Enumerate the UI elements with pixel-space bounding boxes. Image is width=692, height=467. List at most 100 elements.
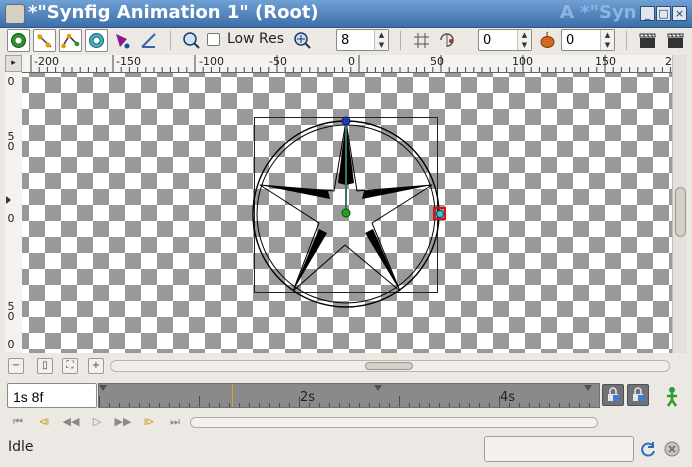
time-slider[interactable]: 2s 4s	[98, 383, 600, 408]
prev-keyframe-button[interactable]: ⧏	[34, 412, 54, 432]
ruler-label: -100	[199, 55, 224, 68]
ruler-label: 2	[665, 55, 672, 68]
app-icon	[5, 4, 25, 24]
draw-vertices-button[interactable]	[7, 29, 30, 52]
vertical-ruler: 0 5 0 0 5 0 0	[5, 72, 23, 352]
angle-handle[interactable]	[341, 116, 351, 126]
onion-skin-toggle-button[interactable]	[137, 29, 160, 52]
low-res-checkbox[interactable]	[207, 33, 220, 46]
past-onion-spinbox[interactable]: ▲▼	[478, 29, 532, 51]
render-progress-bar	[190, 417, 598, 428]
canvas-workarea[interactable]	[22, 73, 672, 353]
close-button[interactable]: ×	[672, 6, 687, 21]
canvas-bottom-bar: − ▯ ⛶ +	[0, 357, 692, 379]
keyframe-marker[interactable]	[374, 385, 382, 391]
keyframe-marker[interactable]	[99, 385, 107, 391]
origin-handle[interactable]	[341, 208, 351, 218]
vertical-scrollbar[interactable]	[672, 55, 687, 353]
refresh-button[interactable]	[638, 439, 658, 459]
status-bar: Idle	[0, 435, 692, 465]
time-cursor[interactable]	[232, 384, 233, 407]
lock-icon	[608, 387, 619, 401]
vertical-scrollbar-thumb[interactable]	[675, 187, 686, 237]
play-button[interactable]: ▷	[87, 412, 107, 432]
prev-keyframe-icon: ⧏	[38, 415, 50, 428]
current-time-field[interactable]	[7, 383, 97, 408]
ruler-label: 50	[430, 55, 444, 68]
horizontal-scrollbar-thumb[interactable]	[365, 362, 413, 370]
zoom-out-button[interactable]: −	[8, 358, 24, 374]
horizontal-ruler: -200 -150 -100 -50 0 50 100 150 2	[22, 55, 672, 73]
draw-tangents-button[interactable]	[33, 29, 56, 52]
seek-begin-button[interactable]: ⏮	[8, 412, 28, 432]
ruler-position-marker	[6, 196, 11, 204]
horizontal-scrollbar[interactable]	[110, 360, 670, 372]
maximize-button[interactable]: □	[656, 6, 671, 21]
next-keyframe-button[interactable]: ⧐	[139, 412, 159, 432]
title-bar: *"Synfig Animation 1" (Root) A *"Syn _ □…	[0, 0, 692, 28]
onion-button[interactable]	[536, 29, 559, 52]
refresh-icon	[641, 442, 655, 457]
ruler-label: -200	[34, 55, 59, 68]
past-onion-spin-arrows[interactable]: ▲ ▼	[517, 30, 531, 50]
ruler-label: 5 0	[7, 300, 15, 323]
ruler-label: 150	[595, 55, 616, 68]
draw-radius-icon	[61, 33, 80, 49]
zoom-100-button[interactable]: ▯	[37, 358, 53, 374]
draw-angle-icon	[116, 34, 130, 49]
zoom-icon	[183, 32, 200, 49]
seek-prev-frame-button[interactable]: ◀◀	[61, 412, 81, 432]
star-arm-bottom-right	[365, 229, 400, 291]
onion-icon	[540, 31, 555, 48]
seek-next-frame-button[interactable]: ▶▶	[113, 412, 133, 432]
status-field	[484, 436, 634, 462]
quality-input[interactable]	[337, 30, 371, 49]
stop-icon	[664, 441, 680, 457]
grid-icon	[414, 33, 429, 48]
grid-toggle-button[interactable]	[410, 29, 433, 52]
draw-angle-button[interactable]	[111, 29, 134, 52]
future-onion-spin-arrows[interactable]: ▲ ▼	[600, 30, 614, 50]
snap-icon	[440, 33, 454, 47]
draw-radius-button[interactable]	[59, 29, 82, 52]
pentagram-artwork	[252, 116, 446, 308]
draw-width-button[interactable]	[85, 29, 108, 52]
seek-end-icon: ⏭	[170, 415, 180, 428]
stop-render-button[interactable]	[662, 439, 682, 459]
page-icon: ▯	[42, 360, 48, 371]
time-label: 4s	[500, 390, 516, 405]
lock-future-keyframe-button[interactable]	[627, 384, 649, 406]
zoom-fit-icon	[294, 32, 311, 49]
seek-end-button[interactable]: ⏭	[165, 412, 185, 432]
quality-spin-arrows[interactable]: ▲ ▼	[374, 30, 388, 50]
past-onion-input[interactable]	[479, 30, 513, 49]
zoom-in-button[interactable]: +	[88, 358, 104, 374]
zoom-button[interactable]	[180, 29, 203, 52]
guide-snap-button[interactable]	[436, 29, 459, 52]
minimize-button[interactable]: _	[640, 6, 655, 21]
canvas-toolbar: ▲▼ ▲▼ ▲▼	[0, 28, 692, 54]
radius-handle[interactable]	[436, 210, 444, 218]
toolbar-separator	[400, 31, 401, 50]
quality-spinbox[interactable]: ▲▼	[336, 29, 389, 51]
fast-forward-icon: ▶▶	[114, 415, 132, 428]
lock-past-keyframe-button[interactable]	[602, 384, 624, 406]
plus-icon: +	[91, 360, 101, 371]
render-button[interactable]	[636, 29, 659, 52]
keyframe-marker[interactable]	[584, 385, 592, 391]
status-text: Idle	[8, 439, 34, 455]
ruler-label: 0	[7, 338, 15, 351]
minus-icon: −	[11, 360, 21, 371]
ruler-corner-menu[interactable]: ▸	[5, 55, 22, 72]
animation-mode-toggle[interactable]	[662, 385, 682, 407]
draw-vertices-icon	[11, 33, 26, 48]
ruler-label: 0	[7, 212, 15, 225]
zoom-fit-canvas-button[interactable]: ⛶	[62, 358, 78, 374]
future-onion-spinbox[interactable]: ▲▼	[561, 29, 615, 51]
preview-button[interactable]	[664, 29, 687, 52]
time-slider-ticks	[99, 396, 590, 407]
future-onion-input[interactable]	[562, 30, 596, 49]
zoom-fit-button[interactable]	[291, 29, 314, 52]
next-keyframe-icon: ⧐	[143, 415, 155, 428]
time-label: 2s	[300, 390, 316, 405]
